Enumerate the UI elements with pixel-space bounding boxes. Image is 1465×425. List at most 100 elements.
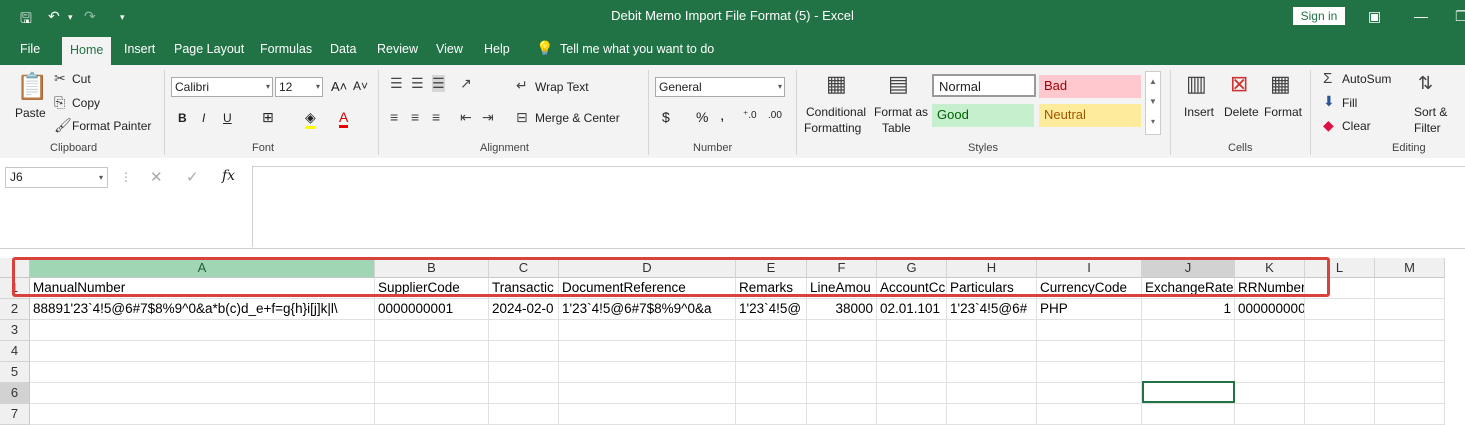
cell-i3[interactable] [1037, 320, 1142, 341]
cell-j5[interactable] [1142, 362, 1235, 383]
cell-i4[interactable] [1037, 341, 1142, 362]
row-header-3[interactable]: 3 [0, 320, 30, 341]
style-good[interactable]: Good [932, 104, 1034, 127]
tab-review[interactable]: Review [377, 42, 418, 56]
font-size-combo[interactable]: 12 ▾ [275, 77, 323, 97]
merge-center-button[interactable]: Merge & Center [535, 111, 620, 125]
active-cell-j6[interactable] [1142, 381, 1235, 403]
cell-l6[interactable] [1305, 383, 1375, 404]
cell-m3[interactable] [1375, 320, 1445, 341]
style-normal[interactable]: Normal [932, 74, 1036, 97]
sign-in-button[interactable]: Sign in [1293, 7, 1345, 25]
cut-icon[interactable]: ✂ [54, 70, 66, 87]
cell-h1[interactable]: Particulars [947, 278, 1037, 299]
wrap-text-icon[interactable]: ↵ [516, 77, 528, 94]
cell-l1[interactable] [1305, 278, 1375, 299]
tab-home[interactable]: Home [62, 37, 112, 65]
cell-m7[interactable] [1375, 404, 1445, 425]
format-painter-icon[interactable]: 🖌 [54, 117, 72, 134]
cell-d6[interactable] [559, 383, 736, 404]
cell-e4[interactable] [736, 341, 807, 362]
cell-d4[interactable] [559, 341, 736, 362]
sort-label[interactable]: Sort & [1414, 105, 1447, 119]
column-header-f[interactable]: F [807, 258, 877, 278]
row-header-7[interactable]: 7 [0, 404, 30, 425]
insert-function-button[interactable]: fx [222, 168, 235, 184]
cell-b6[interactable] [375, 383, 489, 404]
font-color-icon[interactable]: A [339, 109, 349, 128]
minimize-icon[interactable]: — [1414, 8, 1428, 24]
cell-j4[interactable] [1142, 341, 1235, 362]
cell-e5[interactable] [736, 362, 807, 383]
italic-button[interactable]: I [202, 111, 205, 125]
tab-view[interactable]: View [436, 42, 463, 56]
cell-i6[interactable] [1037, 383, 1142, 404]
percent-button[interactable]: % [696, 109, 708, 125]
cell-a7[interactable] [30, 404, 375, 425]
cell-f4[interactable] [807, 341, 877, 362]
cell-j1[interactable]: ExchangeRate [1142, 278, 1235, 299]
cell-k7[interactable] [1235, 404, 1305, 425]
cell-c6[interactable] [489, 383, 559, 404]
cell-i2[interactable]: PHP [1037, 299, 1142, 320]
fill-icon[interactable]: ⬇ [1323, 93, 1335, 110]
cell-d7[interactable] [559, 404, 736, 425]
cell-k1[interactable]: RRNumber [1235, 278, 1305, 299]
table-label[interactable]: Table [882, 121, 911, 135]
cell-g4[interactable] [877, 341, 947, 362]
cell-k4[interactable] [1235, 341, 1305, 362]
delete-cells-icon[interactable]: ⊠ [1230, 71, 1248, 97]
cell-l5[interactable] [1305, 362, 1375, 383]
cell-k5[interactable] [1235, 362, 1305, 383]
cell-i7[interactable] [1037, 404, 1142, 425]
cell-f5[interactable] [807, 362, 877, 383]
autosum-icon[interactable]: Σ [1323, 70, 1332, 87]
clear-button[interactable]: Clear [1342, 119, 1371, 133]
row-header-5[interactable]: 5 [0, 362, 30, 383]
sort-filter-icon[interactable]: ⇅ [1418, 73, 1433, 94]
cell-m4[interactable] [1375, 341, 1445, 362]
cell-b7[interactable] [375, 404, 489, 425]
cell-l7[interactable] [1305, 404, 1375, 425]
format-button[interactable]: Format [1264, 105, 1302, 119]
cell-f2[interactable]: 38000 [807, 299, 877, 320]
autosum-button[interactable]: AutoSum [1342, 72, 1391, 86]
decrease-indent-icon[interactable]: ⇤ [460, 109, 472, 126]
fill-color-icon[interactable]: ◈ [305, 109, 316, 129]
column-header-a[interactable]: A [30, 258, 375, 278]
copy-button[interactable]: Copy [72, 96, 100, 110]
cell-g2[interactable]: 02.01.101 [877, 299, 947, 320]
customize-quick-access-icon[interactable]: ▾ [120, 12, 125, 23]
increase-font-icon[interactable]: A˄ [331, 79, 347, 94]
cell-m2[interactable] [1375, 299, 1445, 320]
ribbon-display-options-icon[interactable]: ▣ [1368, 8, 1381, 25]
cell-d2[interactable]: 1'23`4!5@6#7$8%9^0&a [559, 299, 736, 320]
cell-k2[interactable]: 0000000001 [1235, 299, 1305, 320]
orientation-icon[interactable]: ↗ [460, 75, 472, 92]
cell-m1[interactable] [1375, 278, 1445, 299]
cell-a1[interactable]: ManualNumber [30, 278, 375, 299]
paste-icon[interactable]: 📋 [16, 71, 48, 102]
style-bad[interactable]: Bad [1039, 75, 1141, 98]
formula-input[interactable] [252, 166, 1465, 247]
column-header-d[interactable]: D [559, 258, 736, 278]
cell-f6[interactable] [807, 383, 877, 404]
cell-j2[interactable]: 1 [1142, 299, 1235, 320]
name-box[interactable]: J6 ▾ [5, 167, 108, 188]
tell-me-search[interactable]: Tell me what you want to do [560, 42, 714, 56]
cancel-icon[interactable]: ✕ [150, 168, 163, 186]
column-header-l[interactable]: L [1305, 258, 1375, 278]
comma-button[interactable]: , [720, 107, 724, 125]
cell-m5[interactable] [1375, 362, 1445, 383]
cell-g6[interactable] [877, 383, 947, 404]
align-left-icon[interactable]: ≡ [390, 109, 398, 125]
undo-icon[interactable]: ↶ [48, 8, 60, 25]
row-header-1[interactable]: 1 [0, 278, 30, 299]
cell-c5[interactable] [489, 362, 559, 383]
cell-a2[interactable]: 88891'23`4!5@6#7$8%9^0&a*b(c)d_e+f=g{h}i… [30, 299, 375, 320]
cell-c7[interactable] [489, 404, 559, 425]
cell-c2[interactable]: 2024-02-0 [489, 299, 559, 320]
undo-dropdown-icon[interactable]: ▾ [68, 12, 73, 23]
cell-h3[interactable] [947, 320, 1037, 341]
format-painter-button[interactable]: Format Painter [72, 119, 151, 133]
